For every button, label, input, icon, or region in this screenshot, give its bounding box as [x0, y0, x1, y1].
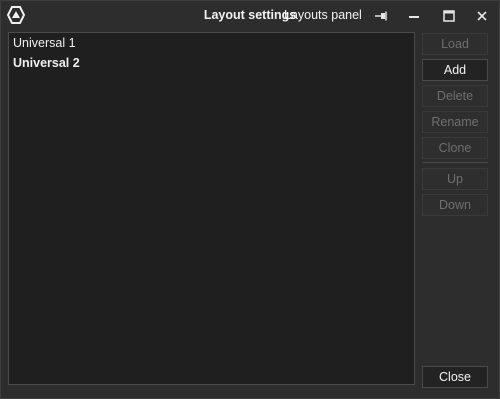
close-icon — [477, 10, 487, 21]
maximize-icon — [443, 9, 455, 22]
close-window-button[interactable] — [467, 3, 497, 28]
add-button[interactable]: Add — [422, 59, 488, 81]
clone-button[interactable]: Clone — [422, 137, 488, 159]
layout-settings-window: Layout settings Layouts panel Universal … — [0, 0, 500, 399]
close-button[interactable]: Close — [422, 366, 488, 388]
button-separator — [422, 162, 488, 163]
minimize-icon — [409, 15, 419, 18]
layouts-list[interactable]: Universal 1 Universal 2 — [8, 32, 415, 385]
down-button[interactable]: Down — [422, 194, 488, 216]
maximize-button[interactable] — [434, 3, 464, 28]
layouts-panel-label: Layouts panel — [284, 8, 362, 22]
load-button[interactable]: Load — [422, 33, 488, 55]
rename-button[interactable]: Rename — [422, 111, 488, 133]
layout-item-universal-2[interactable]: Universal 2 — [9, 53, 414, 73]
pin-icon — [375, 11, 387, 20]
app-logo-icon — [7, 6, 25, 24]
minimize-button[interactable] — [399, 3, 429, 28]
pin-button[interactable] — [366, 3, 396, 28]
delete-button[interactable]: Delete — [422, 85, 488, 107]
layout-item-universal-1[interactable]: Universal 1 — [9, 33, 414, 53]
title-bar[interactable]: Layout settings Layouts panel — [1, 1, 499, 30]
up-button[interactable]: Up — [422, 168, 488, 190]
